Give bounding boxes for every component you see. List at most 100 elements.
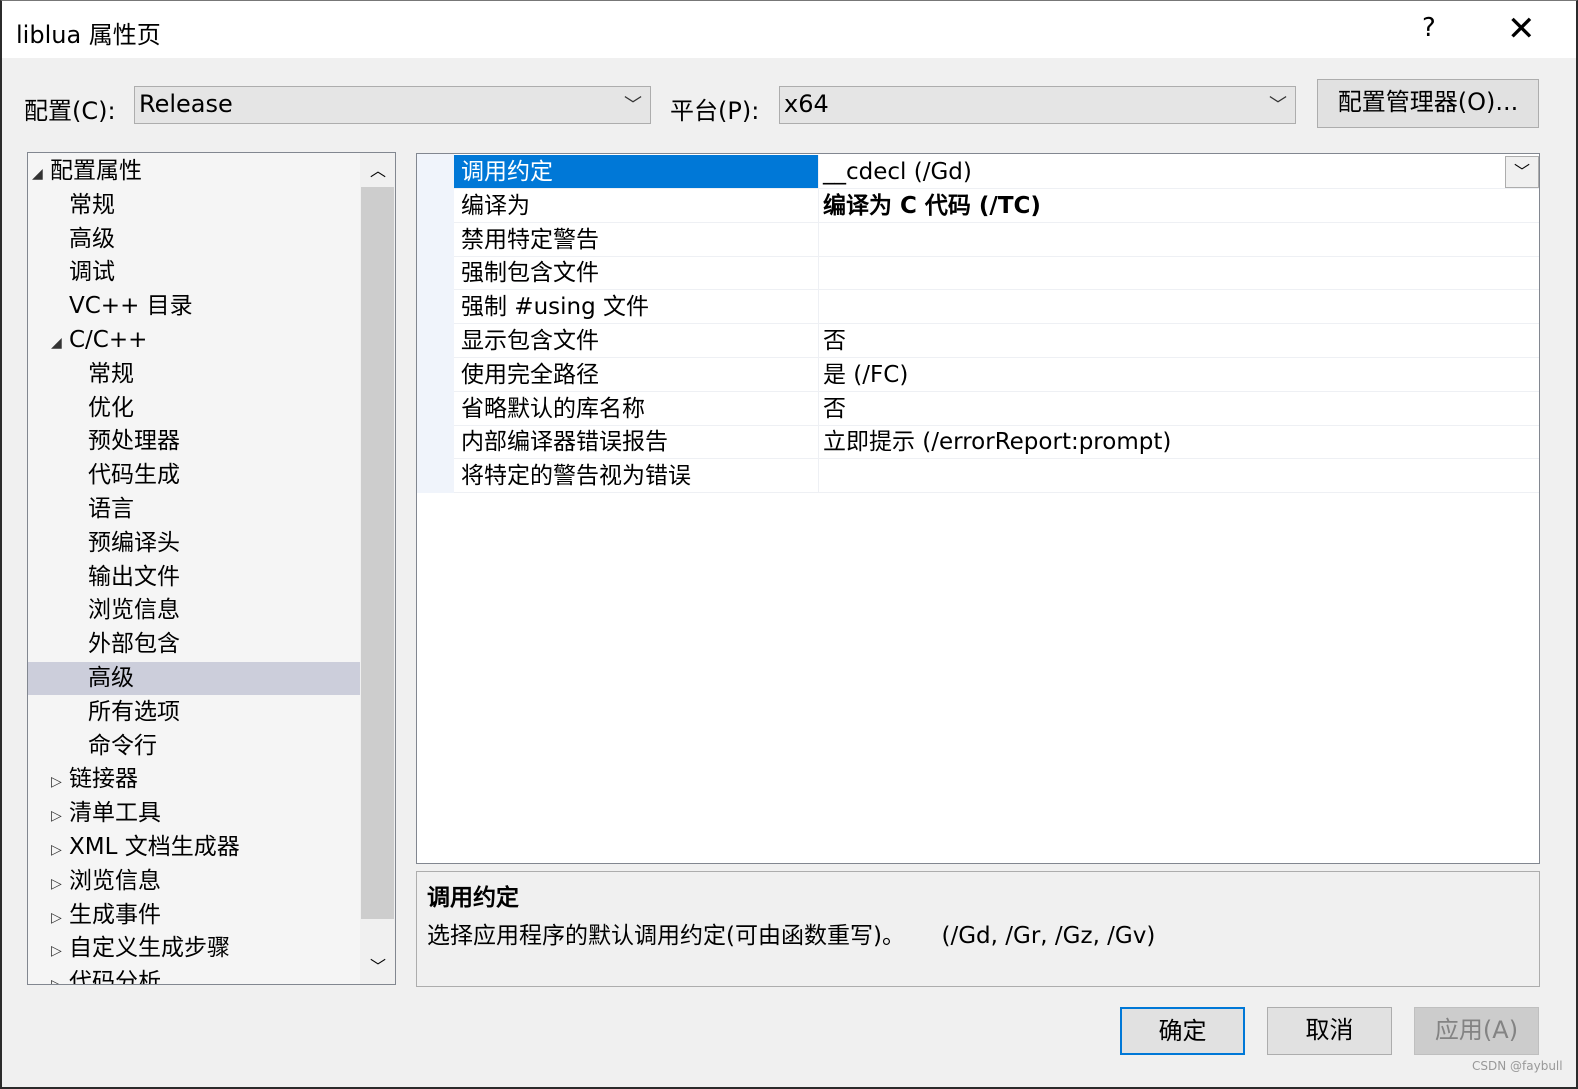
tree-item-label: XML 文档生成器	[69, 834, 240, 860]
tree-item[interactable]: 调试	[28, 256, 360, 289]
chevron-down-icon: ﹀	[1269, 95, 1287, 116]
tree-item-label: 常规	[69, 191, 115, 218]
property-value[interactable]	[818, 459, 1539, 493]
tree-item[interactable]: 常规	[28, 358, 360, 391]
tree-item-label: 生成事件	[69, 901, 161, 928]
description-title: 调用约定	[427, 885, 519, 911]
tree-item-label: 优化	[88, 394, 134, 421]
config-manager-button[interactable]: 配置管理器(O)...	[1317, 79, 1539, 128]
tree-item[interactable]: ▷ 自定义生成步骤	[28, 932, 360, 965]
collapsed-triangle-icon[interactable]: ▷	[51, 868, 69, 901]
tree-item[interactable]: 所有选项	[28, 696, 360, 729]
property-row[interactable]: 省略默认的库名称 否	[454, 391, 1539, 426]
property-value[interactable]: __cdecl (/Gd)	[818, 155, 1539, 188]
tree-item[interactable]: ▷ 清单工具	[28, 797, 360, 830]
tree-item[interactable]: ▷代码分析	[28, 966, 360, 984]
config-label: 配置(C):	[24, 97, 116, 125]
tree-item[interactable]: 输出文件	[28, 561, 360, 594]
tree-item[interactable]: 浏览信息	[28, 594, 360, 627]
property-value[interactable]	[818, 222, 1539, 256]
tree-item[interactable]: ▷ 生成事件	[28, 899, 360, 932]
tree-item-label: VC++ 目录	[69, 293, 193, 320]
tree-item[interactable]: ◢ 配置属性	[28, 155, 360, 188]
property-grid: 调用约定 __cdecl (/Gd) ﹀ 编译为 编译为 C 代码 (/TC) 禁用特定警…	[416, 153, 1540, 864]
collapsed-triangle-icon[interactable]: ▷	[51, 800, 69, 833]
property-value[interactable]: 否	[818, 391, 1539, 425]
collapsed-triangle-icon[interactable]: ▷	[51, 902, 69, 935]
watermark: CSDN @faybull	[1472, 1059, 1563, 1073]
property-name: 编译为	[461, 192, 530, 219]
tree-item-label: 调试	[69, 259, 115, 286]
property-row[interactable]: 使用完全路径 是 (/FC)	[454, 357, 1539, 392]
tree-item-label: 清单工具	[69, 800, 161, 827]
title-bar: liblua 属性页 ? ✕	[2, 1, 1576, 58]
property-row[interactable]: 调用约定 __cdecl (/Gd) ﹀	[454, 155, 1539, 189]
tree-item-label: 代码生成	[88, 462, 180, 489]
property-row[interactable]: 禁用特定警告	[454, 222, 1539, 257]
close-button[interactable]: ✕	[1507, 9, 1536, 49]
scroll-down-icon[interactable]: ﹀	[370, 953, 386, 977]
property-value[interactable]: 编译为 C 代码 (/TC)	[818, 188, 1539, 222]
property-name: 显示包含文件	[461, 328, 599, 354]
description-panel: 调用约定 选择应用程序的默认调用约定(可由函数重写)。 (/Gd, /Gr, /…	[416, 871, 1540, 987]
tree-item[interactable]: 外部包含	[28, 628, 360, 661]
expanded-triangle-icon[interactable]: ◢	[32, 158, 50, 191]
tree-item[interactable]: VC++ 目录	[28, 290, 360, 323]
tree-item[interactable]: 优化	[28, 392, 360, 425]
window-title: liblua 属性页	[16, 21, 161, 49]
config-value: Release	[139, 90, 233, 118]
tree-item[interactable]: ◢ C/C++	[28, 324, 360, 357]
collapsed-triangle-icon[interactable]: ▷	[51, 834, 69, 867]
property-value[interactable]: 立即提示 (/errorReport:prompt)	[818, 425, 1539, 459]
property-row[interactable]: 编译为 编译为 C 代码 (/TC)	[454, 188, 1539, 223]
ok-button[interactable]: 确定	[1120, 1007, 1245, 1055]
tree-item-label: 链接器	[69, 766, 138, 793]
tree-item[interactable]: 代码生成	[28, 459, 360, 492]
property-name: 禁用特定警告	[461, 226, 599, 253]
tree-item-label: 配置属性	[50, 158, 142, 184]
tree-item[interactable]: 命令行	[28, 730, 360, 763]
collapsed-triangle-icon[interactable]: ▷	[51, 935, 69, 968]
tree-item[interactable]: 常规	[28, 189, 360, 222]
chevron-down-icon[interactable]: ﹀	[1505, 156, 1539, 188]
help-button[interactable]: ?	[1422, 13, 1436, 43]
property-row[interactable]: 强制包含文件	[454, 256, 1539, 291]
tree-item[interactable]: ▷ 链接器	[28, 763, 360, 796]
cancel-button[interactable]: 取消	[1267, 1007, 1392, 1055]
tree-item[interactable]: 预编译头	[28, 527, 360, 560]
tree-item[interactable]: 预处理器	[28, 425, 360, 458]
tree-item-label: 高级	[88, 665, 134, 691]
property-value[interactable]: 是 (/FC)	[818, 357, 1539, 391]
tree-item[interactable]: 高级	[28, 662, 360, 695]
property-row[interactable]: 内部编译器错误报告 立即提示 (/errorReport:prompt)	[454, 425, 1539, 460]
chevron-down-icon: ﹀	[624, 95, 642, 116]
tree-scrollbar[interactable]: ︿ ﹀	[360, 153, 395, 984]
property-name: 调用约定	[454, 155, 818, 188]
platform-select[interactable]: x64 ﹀	[779, 86, 1296, 124]
property-name: 内部编译器错误报告	[461, 429, 668, 456]
tree-item[interactable]: 语言	[28, 493, 360, 526]
collapsed-triangle-icon[interactable]: ▷	[51, 766, 69, 799]
tree-item[interactable]: 高级	[28, 223, 360, 256]
tree-item[interactable]: ▷ XML 文档生成器	[28, 831, 360, 864]
tree-item-label: 所有选项	[88, 698, 180, 725]
tree-item-label: 外部包含	[88, 631, 180, 658]
config-select[interactable]: Release ﹀	[134, 86, 651, 124]
scroll-up-icon[interactable]: ︿	[370, 157, 386, 181]
tree-item-label: 预编译头	[88, 529, 180, 556]
tree-item-label: 语言	[88, 496, 134, 522]
property-row[interactable]: 显示包含文件 否	[454, 324, 1539, 358]
property-value[interactable]	[818, 290, 1539, 324]
tree-item[interactable]: ▷ 浏览信息	[28, 865, 360, 898]
property-name: 使用完全路径	[461, 361, 599, 388]
property-row[interactable]: 将特定的警告视为错误	[454, 459, 1539, 494]
property-row[interactable]: 强制 #using 文件	[454, 290, 1539, 325]
property-value[interactable]	[818, 256, 1539, 290]
scrollbar-thumb[interactable]	[361, 187, 394, 919]
expanded-triangle-icon[interactable]: ◢	[51, 327, 69, 360]
property-value[interactable]: 否	[818, 324, 1539, 357]
tree-item-label: C/C++	[69, 327, 148, 353]
property-name: 强制包含文件	[461, 260, 599, 287]
collapsed-triangle-icon[interactable]: ▷	[51, 969, 69, 984]
apply-button[interactable]: 应用(A)	[1414, 1007, 1539, 1055]
